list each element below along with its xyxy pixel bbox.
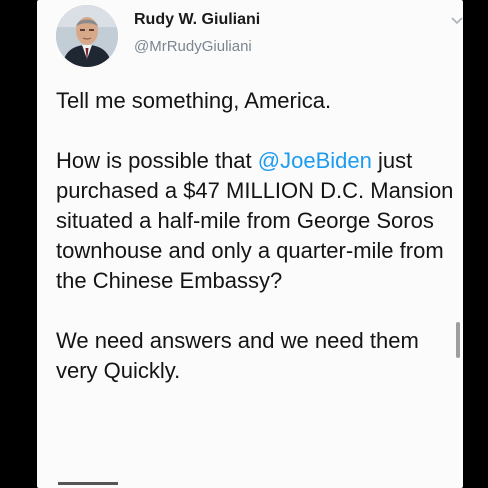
tweet-paragraph-2: How is possible that @JoeBiden just purc…: [56, 146, 456, 296]
tweet-paragraph-1: Tell me something, America.: [56, 86, 456, 116]
mention-link[interactable]: @JoeBiden: [258, 148, 372, 173]
divider: [58, 482, 118, 485]
author-avatar[interactable]: [56, 5, 118, 67]
scrollbar-thumb[interactable]: [456, 322, 460, 358]
author-handle[interactable]: @MrRudyGiuliani: [134, 38, 252, 55]
chevron-down-icon[interactable]: [450, 14, 463, 26]
tweet-paragraph-3: We need answers and we need them very Qu…: [56, 326, 456, 386]
screenshot-frame: Rudy W. Giuliani @MrRudyGiuliani Tell me…: [0, 0, 488, 488]
profile-photo-icon: [56, 5, 118, 67]
tweet-text: Tell me something, America. How is possi…: [56, 86, 456, 416]
tweet-line: Tell me something, America.: [56, 88, 332, 113]
tweet-text-segment: How is possible that: [56, 148, 258, 173]
tweet-card: Rudy W. Giuliani @MrRudyGiuliani Tell me…: [37, 0, 463, 488]
tweet-text-segment: We need answers and we need them very Qu…: [56, 328, 419, 383]
author-display-name[interactable]: Rudy W. Giuliani: [134, 11, 260, 29]
